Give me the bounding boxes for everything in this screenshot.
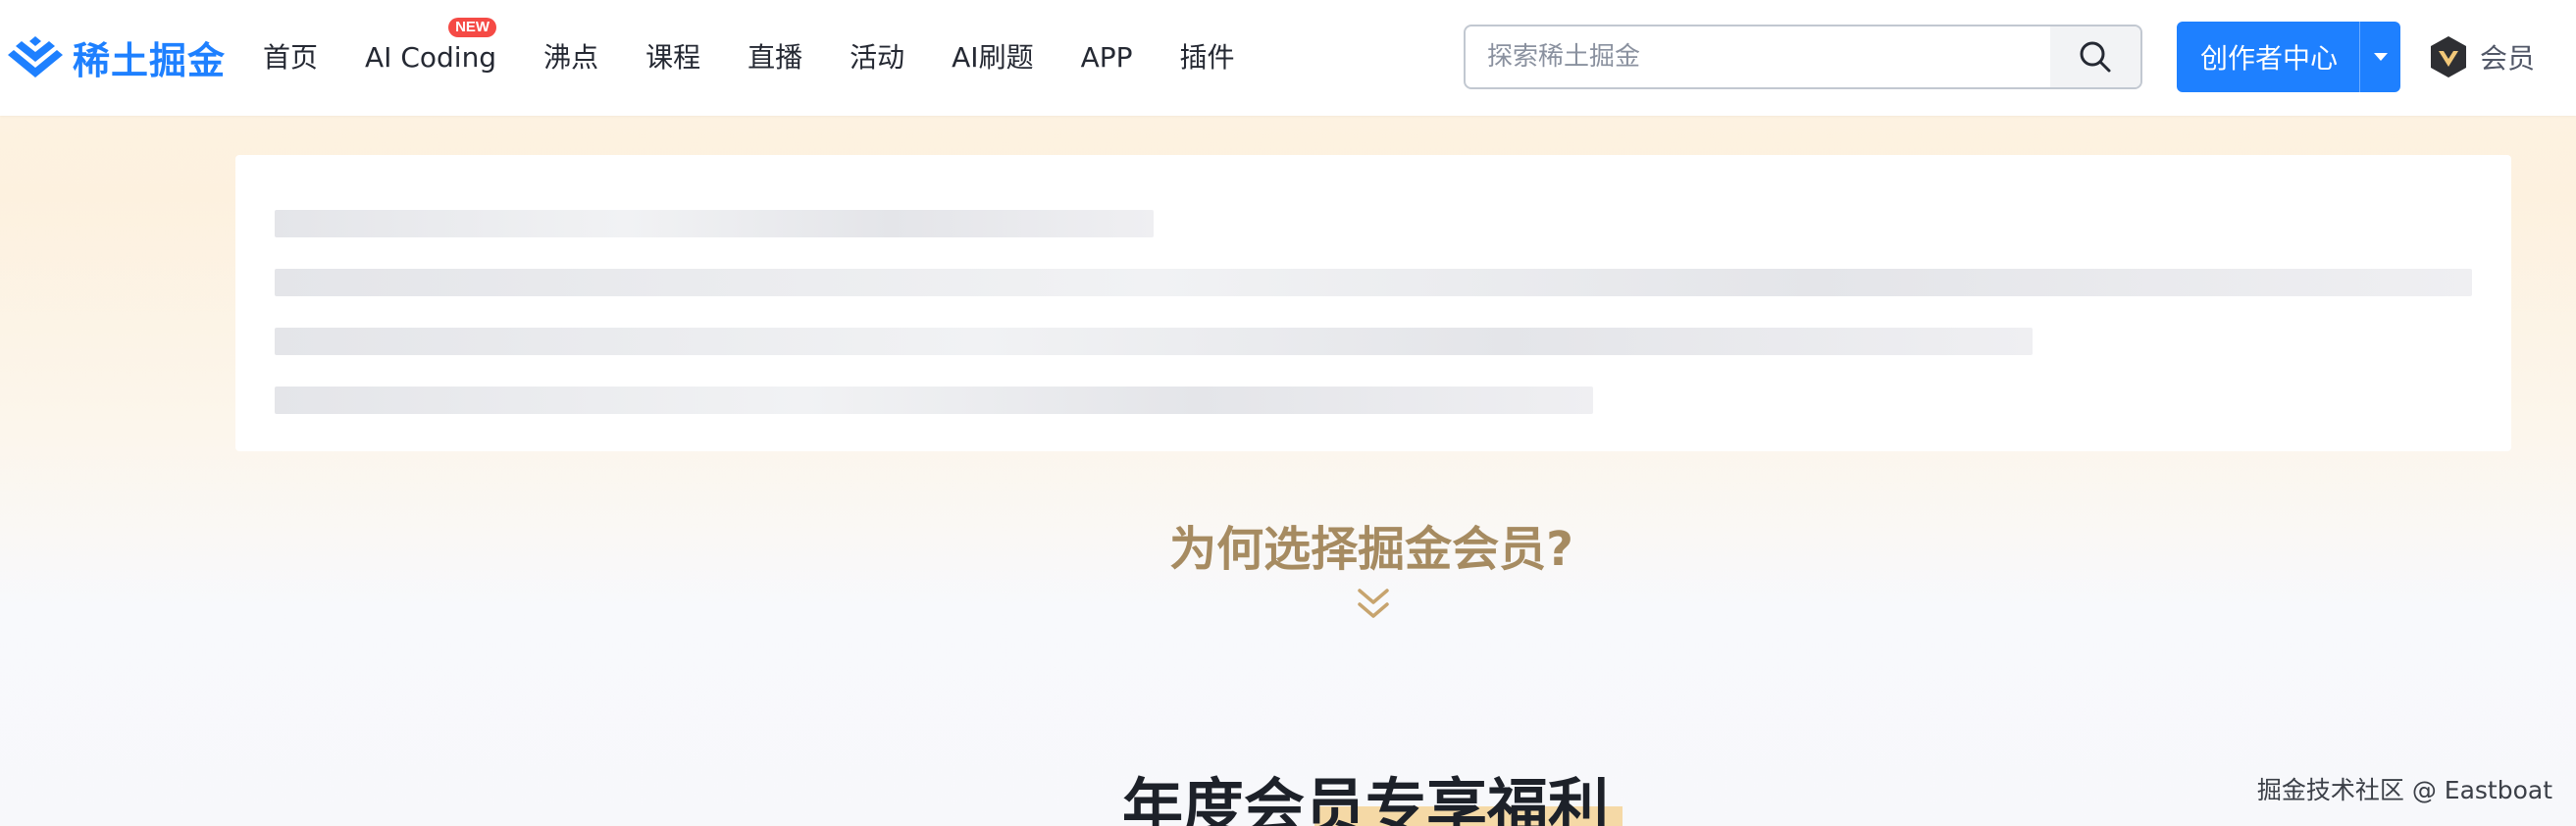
nav-item-live[interactable]: 直播 xyxy=(747,0,802,116)
vip-badge-icon xyxy=(2431,36,2466,77)
nav-item-label: AI Coding xyxy=(365,41,497,74)
main-nav: 首页 AI Coding NEW 沸点 课程 直播 活动 AI刷题 APP 插件 xyxy=(263,0,1282,116)
double-chevron-down-icon xyxy=(1357,587,1390,627)
nav-item-events[interactable]: 活动 xyxy=(850,0,904,116)
search-input[interactable] xyxy=(1466,26,2050,87)
watermark: 掘金技术社区 @ Eastboat xyxy=(2256,776,2552,804)
search-icon xyxy=(2080,41,2111,73)
search-box xyxy=(1464,25,2142,89)
skeleton-line xyxy=(275,387,1593,414)
nav-item-app[interactable]: APP xyxy=(1081,0,1133,116)
top-header: 稀土掘金 首页 AI Coding NEW 沸点 课程 直播 活动 AI刷题 A… xyxy=(0,0,2576,116)
skeleton-line xyxy=(275,328,2033,355)
vip-label: 会员 xyxy=(2480,42,2536,75)
logo[interactable]: 稀土掘金 xyxy=(8,29,226,84)
nav-item-home[interactable]: 首页 xyxy=(263,0,318,116)
nav-item-plugins[interactable]: 插件 xyxy=(1180,0,1235,116)
creator-dropdown-toggle[interactable] xyxy=(2360,22,2400,92)
vip-link[interactable]: 会员 xyxy=(2427,34,2535,79)
loading-skeleton-card xyxy=(235,155,2511,451)
new-badge: NEW xyxy=(448,18,497,37)
nav-item-ai-coding[interactable]: AI Coding NEW xyxy=(365,0,497,116)
section-title: 为何选择掘金会员? xyxy=(1169,522,1573,577)
annual-benefits-title: 年度会员专享福利 xyxy=(1122,771,1610,826)
creator-center-button[interactable]: 创作者中心 xyxy=(2177,22,2400,92)
search-button[interactable] xyxy=(2050,26,2140,87)
nav-item-courses[interactable]: 课程 xyxy=(645,0,700,116)
juejin-logo-icon xyxy=(8,36,63,77)
nav-item-pins[interactable]: 沸点 xyxy=(543,0,598,116)
nav-item-ai-quiz[interactable]: AI刷题 xyxy=(952,0,1033,116)
caret-down-icon xyxy=(2373,53,2388,61)
logo-text: 稀土掘金 xyxy=(73,38,227,82)
creator-center-label: 创作者中心 xyxy=(2200,42,2339,75)
skeleton-line xyxy=(275,269,2472,296)
skeleton-line xyxy=(275,210,1154,237)
